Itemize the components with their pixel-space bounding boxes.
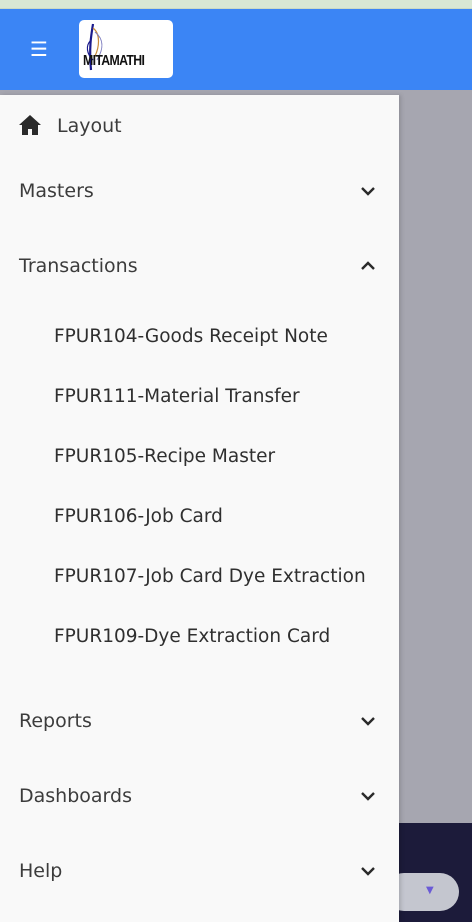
company-logo[interactable]: MITAMATHI: [79, 20, 173, 78]
nav-section-dashboards[interactable]: Dashboards: [0, 774, 399, 818]
nav-subitem-fpur109[interactable]: FPUR109-Dye Extraction Card: [54, 616, 399, 656]
nav-section-masters[interactable]: Masters: [0, 169, 399, 213]
nav-section-label: Dashboards: [19, 785, 132, 807]
nav-section-label: Help: [19, 860, 63, 882]
chevron-down-icon: [361, 717, 375, 726]
logo-text: MITAMATHI: [83, 52, 145, 69]
chevron-down-icon: [361, 792, 375, 801]
nav-section-label: Transactions: [19, 255, 138, 277]
home-icon: [19, 115, 41, 135]
nav-subitem-fpur105[interactable]: FPUR105-Recipe Master: [54, 436, 399, 476]
nav-section-help[interactable]: Help: [0, 849, 399, 893]
nav-subitem-fpur106[interactable]: FPUR106-Job Card: [54, 496, 399, 536]
nav-subitem-label: FPUR106-Job Card: [54, 505, 223, 527]
chevron-up-icon: [361, 261, 375, 270]
chevron-down-icon: [361, 187, 375, 196]
nav-subitem-label: FPUR111-Material Transfer: [54, 385, 300, 407]
nav-section-reports[interactable]: Reports: [0, 699, 399, 743]
chevron-down-icon: [361, 867, 375, 876]
app-header: ☰ MITAMATHI: [0, 9, 472, 90]
hamburger-menu-icon[interactable]: ☰: [28, 39, 50, 59]
backdrop-overlay[interactable]: [399, 90, 472, 922]
nav-section-label: Masters: [19, 180, 94, 202]
browser-top-strip: [0, 0, 472, 9]
nav-section-transactions[interactable]: Transactions: [0, 244, 399, 288]
caret-down-icon: ▼: [426, 885, 434, 896]
nav-section-label: Reports: [19, 710, 92, 732]
nav-subitem-label: FPUR107-Job Card Dye Extraction: [54, 565, 366, 587]
nav-item-layout[interactable]: Layout: [0, 104, 399, 148]
nav-subitem-fpur111[interactable]: FPUR111-Material Transfer: [54, 376, 399, 416]
nav-subitem-fpur104[interactable]: FPUR104-Goods Receipt Note: [54, 316, 399, 356]
nav-subitem-fpur107[interactable]: FPUR107-Job Card Dye Extraction: [54, 556, 399, 596]
side-drawer: Layout Masters Transactions FPUR104-Good…: [0, 95, 399, 922]
nav-item-label: Layout: [57, 115, 122, 137]
logo-swirl-icon: [86, 23, 103, 71]
nav-subitem-label: FPUR105-Recipe Master: [54, 445, 276, 467]
nav-subitem-label: FPUR109-Dye Extraction Card: [54, 625, 331, 647]
nav-subitem-label: FPUR104-Goods Receipt Note: [54, 325, 328, 347]
